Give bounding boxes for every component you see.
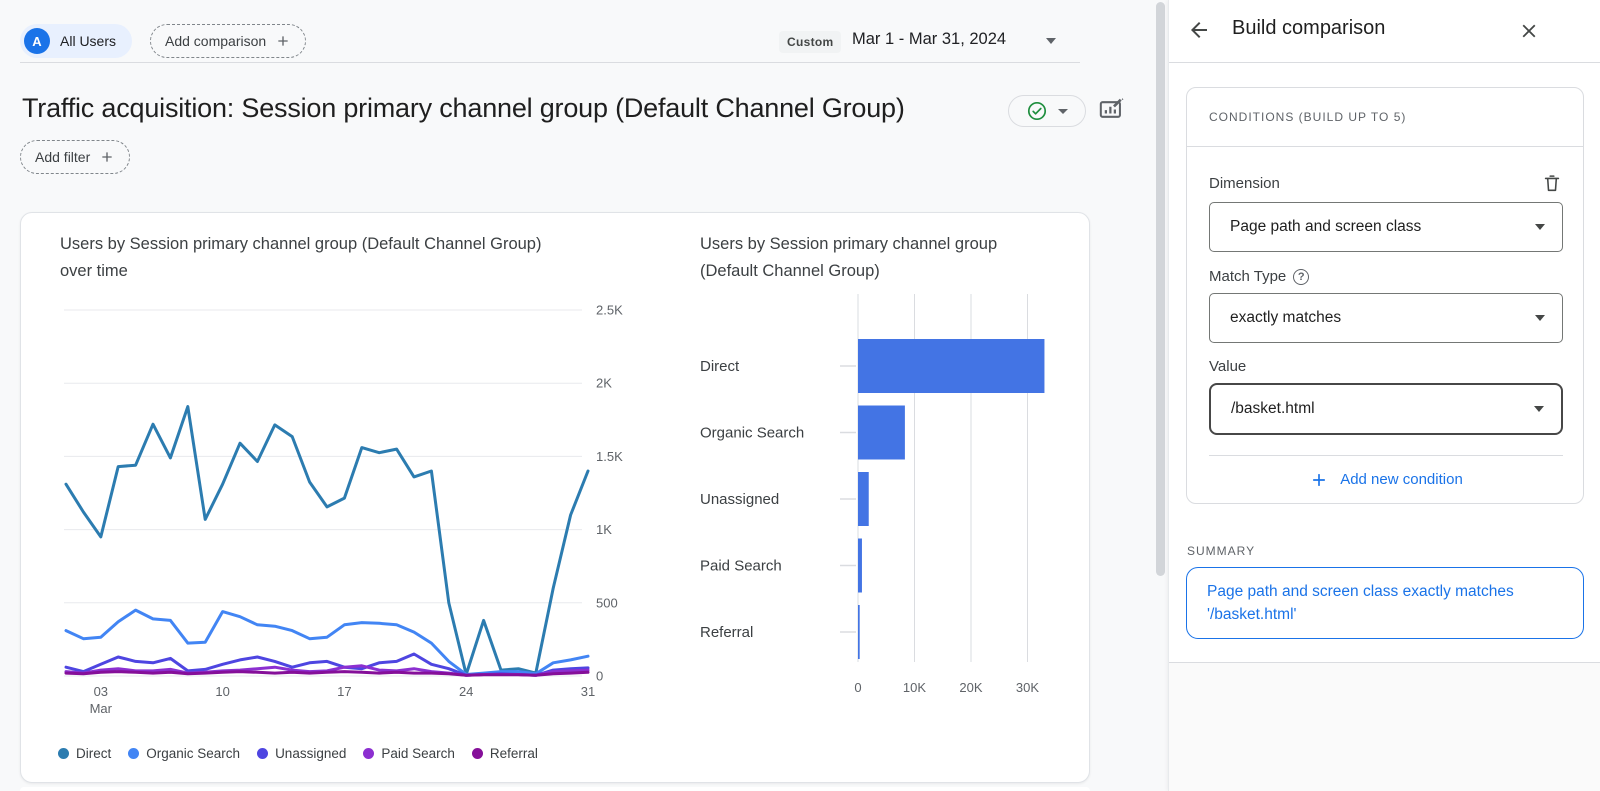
all-users-label: All Users: [60, 33, 116, 49]
conditions-card: CONDITIONS (BUILD UP TO 5) Dimension Pag…: [1186, 87, 1584, 504]
bar-chart-title: Users by Session primary channel group (…: [700, 231, 1000, 285]
add-filter-button[interactable]: Add filter: [20, 140, 130, 174]
value-input[interactable]: /basket.html: [1209, 383, 1563, 435]
data-quality-pill[interactable]: [1008, 95, 1086, 127]
svg-text:Unassigned: Unassigned: [700, 491, 779, 508]
close-button[interactable]: [1515, 17, 1543, 45]
legend-label: Paid Search: [381, 746, 455, 761]
dimension-select[interactable]: Page path and screen class: [1209, 202, 1563, 252]
pill-caret-icon: [1058, 109, 1068, 114]
legend-label: Organic Search: [146, 746, 240, 761]
svg-text:1.5K: 1.5K: [596, 449, 623, 464]
chevron-down-icon: [1534, 406, 1544, 412]
match-type-select[interactable]: exactly matches: [1209, 293, 1563, 343]
back-arrow-icon: [1187, 18, 1211, 42]
back-button[interactable]: [1185, 16, 1213, 44]
value-label: Value: [1209, 358, 1246, 375]
ga4-report-page: A All Users Add comparison Custom Mar 1 …: [0, 0, 1600, 791]
svg-text:Direct: Direct: [700, 358, 740, 375]
dimension-value: Page path and screen class: [1230, 218, 1421, 236]
legend-label: Direct: [76, 746, 111, 761]
plus-icon: [275, 33, 291, 49]
legend-item: Paid Search: [363, 746, 455, 761]
dimension-label: Dimension: [1209, 175, 1280, 192]
svg-text:0: 0: [596, 669, 603, 684]
legend-item: Unassigned: [257, 746, 346, 761]
legend-item: Direct: [58, 746, 111, 761]
plus-icon: [1309, 470, 1329, 490]
add-new-condition-button[interactable]: Add new condition: [1209, 455, 1563, 503]
panel-footer-area: [1169, 663, 1600, 791]
svg-text:2K: 2K: [596, 376, 612, 391]
check-circle-icon: [1027, 101, 1047, 121]
value-text: /basket.html: [1231, 400, 1315, 418]
next-card-edge: [20, 787, 1090, 791]
date-range-selector[interactable]: Mar 1 - Mar 31, 2024: [852, 30, 1006, 49]
build-comparison-panel: Build comparison CONDITIONS (BUILD UP TO…: [1168, 0, 1600, 791]
svg-text:500: 500: [596, 595, 618, 610]
svg-text:31: 31: [581, 684, 595, 699]
svg-text:10K: 10K: [903, 680, 926, 695]
date-caret-icon[interactable]: [1046, 38, 1056, 44]
legend-item: Referral: [472, 746, 538, 761]
add-new-condition-label: Add new condition: [1340, 471, 1463, 488]
svg-text:10: 10: [215, 684, 229, 699]
bar-chart: 0 10K 20K 30K Direct Organic Search Unassigned…: [690, 292, 1090, 732]
summary-header: SUMMARY: [1187, 544, 1255, 558]
legend-dot: [58, 748, 69, 759]
svg-text:17: 17: [337, 684, 351, 699]
legend-dot: [128, 748, 139, 759]
legend-item: Organic Search: [128, 746, 240, 761]
svg-text:30K: 30K: [1016, 680, 1039, 695]
legend-label: Referral: [490, 746, 538, 761]
svg-text:Mar: Mar: [90, 701, 113, 716]
chevron-down-icon: [1535, 224, 1545, 230]
topbar-divider: [20, 62, 1080, 63]
svg-text:24: 24: [459, 684, 473, 699]
svg-text:03: 03: [94, 684, 108, 699]
panel-header-divider: [1169, 62, 1600, 63]
panel-title: Build comparison: [1232, 17, 1385, 40]
help-icon[interactable]: ?: [1293, 269, 1309, 285]
date-range-type-badge: Custom: [779, 31, 841, 53]
line-chart-title: Users by Session primary channel group (…: [60, 231, 565, 285]
add-comparison-label: Add comparison: [165, 33, 266, 49]
chart-legend: Direct Organic Search Unassigned Paid Searc…: [58, 746, 538, 761]
plus-icon: [99, 149, 115, 165]
svg-text:Organic Search: Organic Search: [700, 425, 804, 442]
conditions-header: CONDITIONS (BUILD UP TO 5): [1187, 88, 1583, 147]
avatar: A: [24, 28, 50, 54]
line-chart: 0 500 1K 1.5K 2K 2.5K 03 Mar 10 17 24 31: [20, 292, 680, 732]
legend-dot: [472, 748, 483, 759]
legend-dot: [257, 748, 268, 759]
svg-text:1K: 1K: [596, 522, 612, 537]
close-icon: [1518, 20, 1540, 42]
legend-label: Unassigned: [275, 746, 346, 761]
svg-text:2.5K: 2.5K: [596, 303, 623, 318]
summary-chip: Page path and screen class exactly match…: [1186, 567, 1584, 639]
all-users-chip[interactable]: A All Users: [20, 24, 132, 58]
delete-condition-icon[interactable]: [1541, 172, 1563, 194]
chevron-down-icon: [1535, 315, 1545, 321]
legend-dot: [363, 748, 374, 759]
scrollbar-thumb[interactable]: [1156, 2, 1165, 576]
add-comparison-button[interactable]: Add comparison: [150, 24, 306, 58]
page-title: Traffic acquisition: Session primary cha…: [22, 93, 1007, 124]
svg-text:Paid Search: Paid Search: [700, 558, 782, 575]
match-type-value: exactly matches: [1230, 309, 1341, 327]
customize-report-icon[interactable]: [1098, 96, 1125, 123]
svg-text:20K: 20K: [959, 680, 982, 695]
match-type-label: Match Type: [1209, 268, 1286, 285]
svg-text:0: 0: [854, 680, 861, 695]
add-filter-label: Add filter: [35, 149, 90, 165]
svg-text:Referral: Referral: [700, 624, 753, 641]
